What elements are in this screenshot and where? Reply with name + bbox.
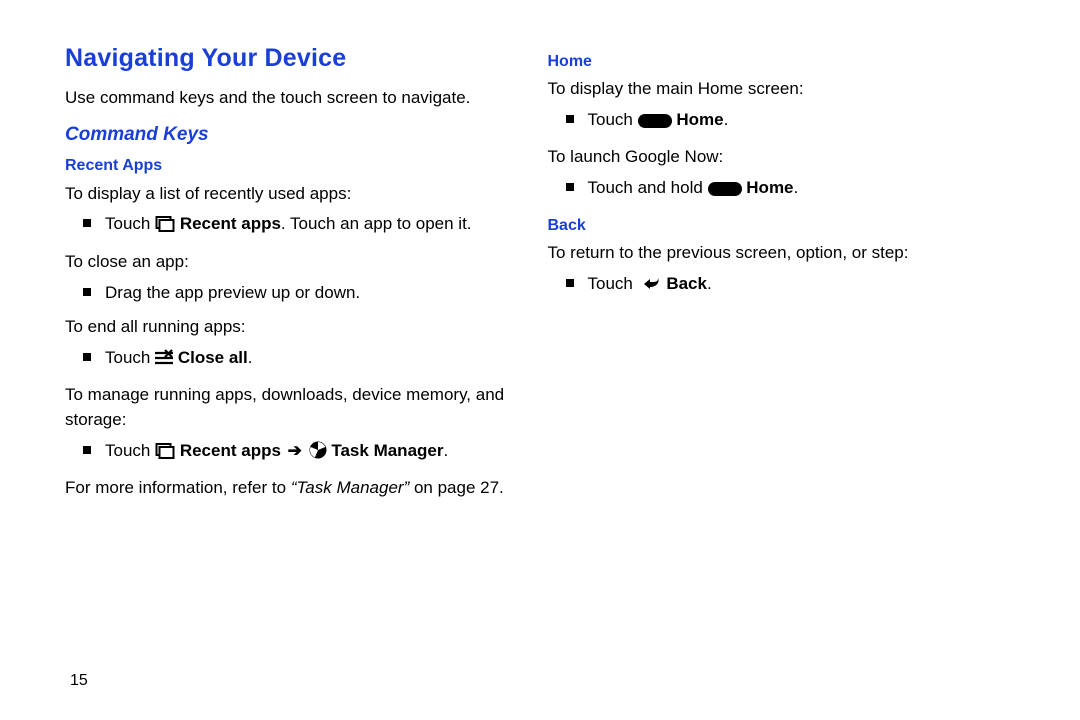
label-recent-apps: Recent apps [180, 214, 281, 233]
bullet-touch-home: Touch Home. [566, 108, 1011, 136]
bullet-hold-home: Touch and hold Home. [566, 176, 1011, 204]
text-touch: Touch [588, 110, 638, 129]
recent-p4: To manage running apps, downloads, devic… [65, 383, 528, 432]
task-manager-icon [309, 441, 327, 467]
bullet-marker [566, 115, 574, 123]
manual-page: Navigating Your Device Use command keys … [0, 0, 1080, 720]
text-touch: Touch [105, 214, 155, 233]
bullet-close-app: Drag the app preview up or down. [83, 281, 528, 306]
text-touch: Touch [105, 441, 155, 460]
recent-p2: To close an app: [65, 250, 528, 275]
bullet-marker [83, 219, 91, 227]
heading-back: Back [548, 214, 1011, 237]
bullet-marker [566, 183, 574, 191]
recent-p1: To display a list of recently used apps: [65, 182, 528, 207]
section-command-keys: Command Keys [65, 121, 528, 149]
home-button-icon [708, 179, 742, 204]
heading-home: Home [548, 50, 1011, 73]
text-rest: . Touch an app to open it. [281, 214, 472, 233]
more-text2: on page 27. [409, 478, 504, 497]
text-touch: Touch [105, 348, 155, 367]
label-task-manager: Task Manager [331, 441, 443, 460]
recent-apps-icon [155, 215, 175, 240]
page-number: 15 [70, 669, 88, 692]
left-column: Navigating Your Device Use command keys … [65, 40, 548, 690]
back-icon [638, 275, 662, 300]
more-text1: For more information, refer to [65, 478, 291, 497]
bullet-text: Touch Recent apps. Touch an app to open … [105, 212, 528, 240]
home-p1: To display the main Home screen: [548, 77, 1011, 102]
label-recent-apps: Recent apps [180, 441, 281, 460]
heading-recent-apps: Recent Apps [65, 154, 528, 177]
recent-p3: To end all running apps: [65, 315, 528, 340]
bullet-text: Drag the app preview up or down. [105, 281, 528, 306]
text-dot: . [724, 110, 729, 129]
label-home: Home [676, 110, 723, 129]
bullet-text: Touch and hold Home. [588, 176, 1011, 204]
bullet-text: Touch Recent apps ➔ Task Manager. [105, 439, 528, 467]
bullet-text: Touch Home. [588, 108, 1011, 136]
close-all-icon [155, 349, 173, 374]
back-p1: To return to the previous screen, option… [548, 241, 1011, 266]
home-button-icon [638, 111, 672, 136]
label-back: Back [666, 274, 707, 293]
home-p2: To launch Google Now: [548, 145, 1011, 170]
bullet-touch-back: Touch Back. [566, 272, 1011, 300]
right-column: Home To display the main Home screen: To… [548, 40, 1031, 690]
text-dot: . [443, 441, 448, 460]
bullet-text: Touch Back. [588, 272, 1011, 300]
intro-text: Use command keys and the touch screen to… [65, 86, 528, 111]
text-touch: Touch [588, 274, 638, 293]
more-ref: “Task Manager” [291, 478, 409, 497]
text-dot: . [707, 274, 712, 293]
recent-apps-icon [155, 442, 175, 467]
text-dot: . [248, 348, 253, 367]
bullet-text: Touch Close all. [105, 346, 528, 374]
bullet-recent-open: Touch Recent apps. Touch an app to open … [83, 212, 528, 240]
bullet-close-all: Touch Close all. [83, 346, 528, 374]
label-home: Home [746, 178, 793, 197]
arrow-icon: ➔ [283, 441, 307, 460]
label-close-all: Close all [178, 348, 248, 367]
text-touch-hold: Touch and hold [588, 178, 708, 197]
more-info: For more information, refer to “Task Man… [65, 476, 528, 501]
page-title: Navigating Your Device [65, 40, 528, 76]
bullet-marker [83, 288, 91, 296]
text-dot: . [794, 178, 799, 197]
bullet-task-manager: Touch Recent apps ➔ Task Manager. [83, 439, 528, 467]
bullet-marker [83, 353, 91, 361]
bullet-marker [83, 446, 91, 454]
bullet-marker [566, 279, 574, 287]
